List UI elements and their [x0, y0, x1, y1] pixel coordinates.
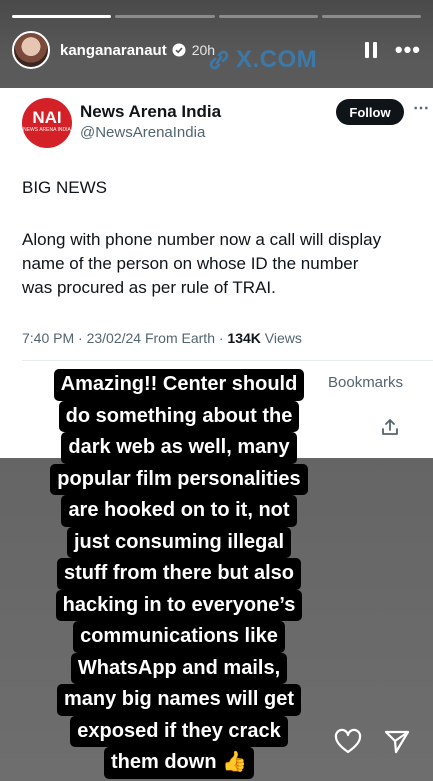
- caption-line: WhatsApp and mails,: [70, 652, 288, 684]
- verified-badge-icon: [172, 43, 186, 57]
- avatar[interactable]: [12, 31, 50, 69]
- account-handle: @NewsArenaIndia: [80, 124, 206, 141]
- caption-line: stuff from there but also: [56, 558, 301, 590]
- progress-segment: [321, 15, 421, 18]
- caption-line: communications like: [73, 621, 285, 653]
- progress-segment: [115, 15, 215, 18]
- caption-line: dark web as well, many: [61, 432, 297, 464]
- pause-icon[interactable]: [364, 42, 377, 58]
- tweet-body-line: was procured as per rule of TRAI.: [22, 278, 276, 297]
- tweet-body-line: name of the person on whose ID the numbe…: [22, 254, 359, 273]
- account-name: News Arena India: [80, 102, 222, 121]
- caption-line: are hooked on to it, not: [61, 495, 297, 527]
- story-progress-bar: [12, 15, 421, 18]
- tweet-body-line: Along with phone number now a call will …: [22, 230, 382, 249]
- caption-line: just consuming illegal: [66, 526, 292, 558]
- caption-line: do something about the: [58, 400, 300, 432]
- more-options-icon[interactable]: •••: [395, 39, 421, 61]
- tweet-headline: BIG NEWS: [22, 178, 108, 197]
- progress-segment: [12, 15, 112, 18]
- link-text: X.COM: [236, 46, 318, 73]
- follow-button: Follow: [336, 99, 404, 125]
- views-count: 134K: [227, 330, 261, 346]
- link-sticker[interactable]: X.COM: [206, 46, 317, 74]
- tweet-more-icon: ⋯: [413, 100, 429, 117]
- caption-line: Amazing!! Center should: [53, 369, 305, 401]
- link-icon: [209, 50, 229, 70]
- caption-line: them down 👍: [103, 747, 254, 779]
- username[interactable]: kanganaranaut: [60, 42, 167, 59]
- send-icon[interactable]: [383, 728, 411, 756]
- caption-line: many big names will get: [56, 684, 302, 716]
- progress-segment: [218, 15, 318, 18]
- caption-line: exposed if they crack: [70, 715, 288, 747]
- story-caption: Amazing!! Center should do something abo…: [16, 369, 342, 779]
- account-logo: NAI NEWS ARENA INDIA: [22, 98, 72, 148]
- story-viewer[interactable]: kanganaranaut 20h ••• X.COM NAI NEWS ARE…: [0, 0, 433, 781]
- tweet-meta: 7:40 PM · 23/02/24 From Earth · 134K Vie…: [22, 330, 302, 346]
- caption-line: popular film personalities: [50, 463, 308, 495]
- share-icon: [382, 419, 398, 435]
- divider: [22, 360, 433, 361]
- caption-line: hacking in to everyone’s: [55, 589, 303, 621]
- tweet-body: Along with phone number now a call will …: [22, 228, 427, 300]
